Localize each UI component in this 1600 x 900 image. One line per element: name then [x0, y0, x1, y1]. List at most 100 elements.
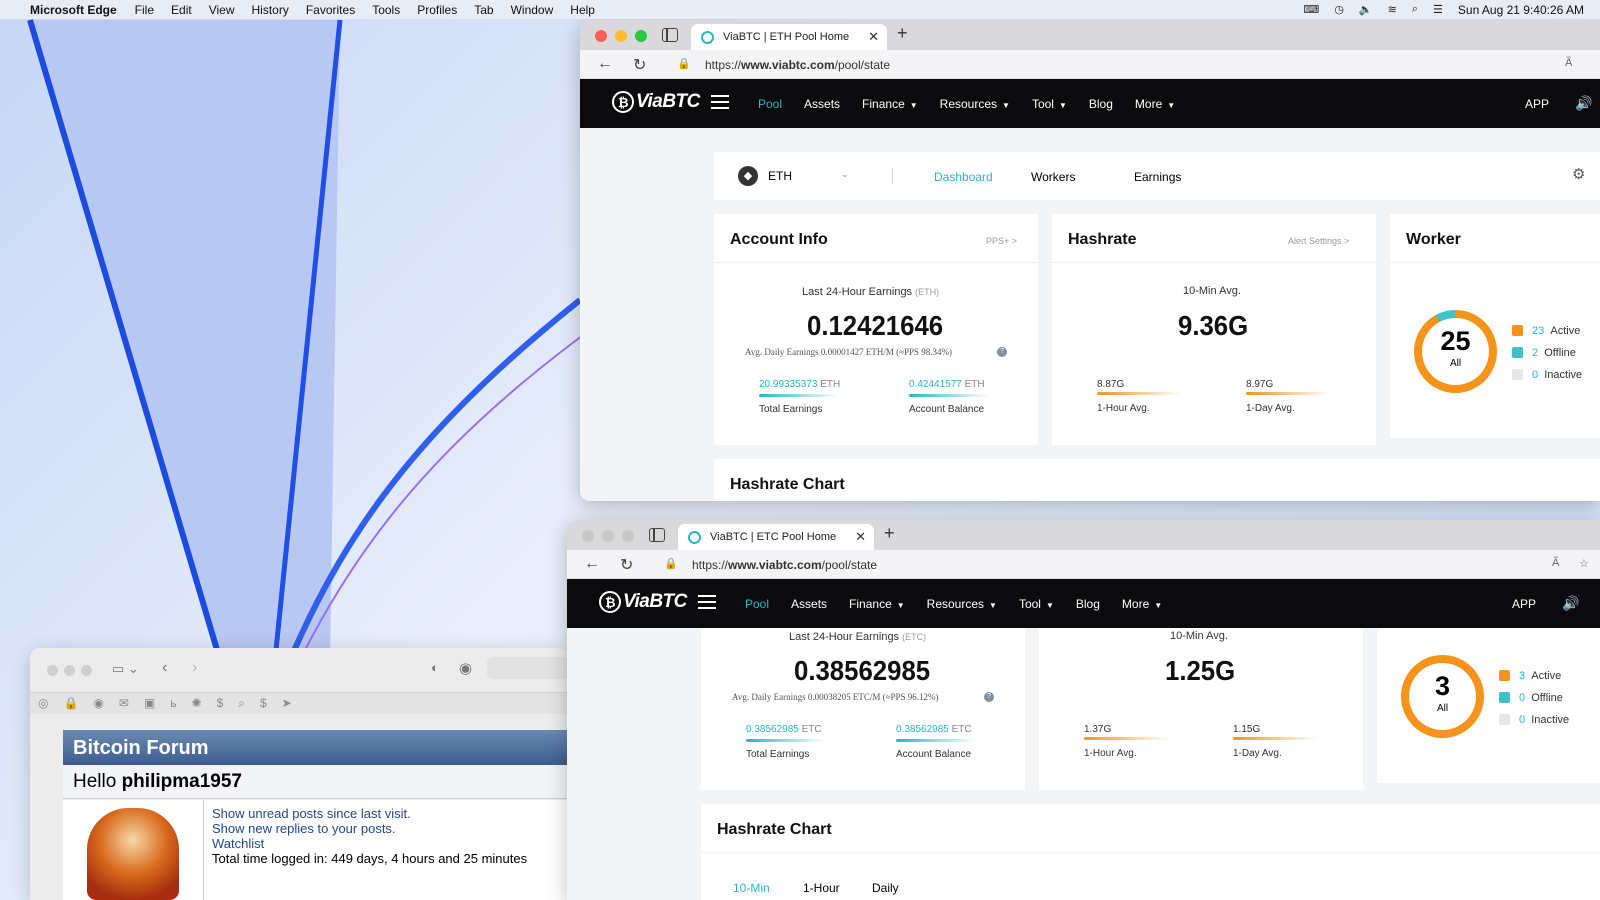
tab-workers[interactable]: Workers [1031, 170, 1075, 184]
favorite-icons[interactable]: ◎🔒◉✉▣ь✺$⌕$➤ [38, 696, 307, 711]
refresh-icon[interactable]: ↻ [633, 55, 646, 75]
tab-earnings[interactable]: Earnings [1134, 170, 1181, 184]
nav-more[interactable]: More ▼ [1135, 97, 1175, 111]
chart-tab-10min[interactable]: 10-Min [733, 881, 770, 895]
watchlist-link[interactable]: Watchlist [212, 836, 264, 851]
lock-icon[interactable]: 🔒 [677, 57, 691, 70]
pps-link[interactable]: PPS+ > [986, 236, 1017, 246]
help-icon[interactable]: ? [997, 347, 1007, 357]
legend-inactive[interactable]: 0 Inactive [1519, 714, 1569, 726]
legend-active[interactable]: 3 Active [1519, 670, 1561, 682]
menu-clock[interactable]: Sun Aug 21 9:40:26 AM [1458, 3, 1584, 17]
back-icon[interactable]: ← [597, 55, 613, 73]
tab-dashboard[interactable]: Dashboard [934, 170, 993, 184]
back-icon[interactable]: ← [584, 555, 600, 573]
nav-pool[interactable]: Pool [745, 597, 769, 611]
help-icon[interactable]: ? [984, 692, 994, 702]
read-aloud-icon[interactable]: A᷈ [1552, 557, 1559, 569]
tab-eth-pool[interactable]: ViaBTC | ETH Pool Home ✕ [691, 24, 887, 50]
chart-tab-1hour[interactable]: 1-Hour [803, 881, 840, 895]
privacy-shield-icon[interactable]: ◐ [431, 660, 439, 675]
url-field[interactable]: https://www.viabtc.com/pool/state [692, 558, 877, 572]
menu-profiles[interactable]: Profiles [417, 3, 457, 17]
menu-help[interactable]: Help [570, 3, 595, 17]
menu-favorites[interactable]: Favorites [306, 3, 355, 17]
read-aloud-icon[interactable]: A᷈ [1565, 57, 1572, 69]
nav-more[interactable]: More ▼ [1122, 597, 1162, 611]
legend-offline[interactable]: 0 Offline [1519, 692, 1563, 704]
menu-window[interactable]: Window [511, 3, 554, 17]
favorites-star-icon[interactable]: ☆ [1579, 557, 1589, 570]
menu-icon[interactable] [711, 95, 729, 109]
announcement-icon[interactable]: 🔊 [1562, 595, 1579, 612]
close-tab-icon[interactable]: ✕ [855, 529, 866, 545]
minimize-button[interactable] [615, 30, 627, 42]
menu-file[interactable]: File [135, 3, 154, 17]
menu-edit[interactable]: Edit [171, 3, 192, 17]
close-button[interactable] [595, 30, 607, 42]
menu-tools[interactable]: Tools [372, 3, 400, 17]
wifi-off-icon[interactable]: ≋ [1388, 3, 1397, 16]
new-tab-icon[interactable]: + [897, 23, 908, 44]
volume-icon[interactable]: 🔈 [1359, 3, 1373, 16]
back-icon[interactable]: ‹ [162, 659, 167, 677]
close-tab-icon[interactable]: ✕ [868, 29, 879, 45]
zoom-button[interactable] [635, 30, 647, 42]
gear-icon[interactable]: ⚙ [1572, 165, 1585, 183]
legend-inactive[interactable]: 0 Inactive [1532, 369, 1582, 381]
menu-tab[interactable]: Tab [474, 3, 493, 17]
new-replies-link[interactable]: Show new replies to your posts. [212, 821, 396, 836]
chevron-down-icon[interactable]: ⌄ [841, 169, 849, 180]
nav-assets[interactable]: Assets [791, 597, 827, 611]
tab-etc-pool[interactable]: ViaBTC | ETC Pool Home ✕ [678, 524, 874, 550]
zoom-button[interactable] [81, 665, 92, 676]
spotlight-search-icon[interactable]: ⌕ [1412, 3, 1418, 16]
menu-history[interactable]: History [252, 3, 289, 17]
nav-blog[interactable]: Blog [1089, 97, 1113, 111]
tab-actions-icon[interactable] [662, 28, 678, 42]
chart-tab-daily[interactable]: Daily [872, 881, 899, 895]
extension-icon[interactable]: ◉ [459, 659, 472, 677]
viabtc-logo[interactable]: ₿ ViaBTC [599, 591, 687, 613]
chevron-down-icon: ▼ [1058, 101, 1067, 110]
nav-pool[interactable]: Pool [758, 97, 782, 111]
nav-blog[interactable]: Blog [1076, 597, 1100, 611]
avatar[interactable] [87, 808, 179, 900]
nav-finance[interactable]: Finance ▼ [862, 97, 918, 111]
address-field[interactable] [487, 657, 570, 679]
unread-posts-link[interactable]: Show unread posts since last visit. [212, 806, 411, 821]
menu-icon[interactable] [698, 595, 716, 609]
control-center-icon[interactable]: ☰ [1433, 3, 1443, 16]
menu-view[interactable]: View [209, 3, 235, 17]
nav-resources[interactable]: Resources ▼ [940, 97, 1010, 111]
close-button[interactable] [582, 530, 594, 542]
nav-resources[interactable]: Resources ▼ [927, 597, 997, 611]
forward-icon[interactable]: › [192, 659, 197, 677]
lock-icon[interactable]: 🔒 [664, 557, 678, 570]
nav-tool[interactable]: Tool ▼ [1019, 597, 1054, 611]
nav-assets[interactable]: Assets [804, 97, 840, 111]
url-field[interactable]: https://www.viabtc.com/pool/state [705, 58, 890, 72]
refresh-icon[interactable]: ↻ [620, 555, 633, 575]
minimize-button[interactable] [602, 530, 614, 542]
nav-finance[interactable]: Finance ▼ [849, 597, 905, 611]
alert-settings-link[interactable]: Alert Settings > [1288, 236, 1349, 246]
viabtc-logo[interactable]: ₿ ViaBTC [612, 91, 700, 113]
nav-tool[interactable]: Tool ▼ [1032, 97, 1067, 111]
new-tab-icon[interactable]: + [884, 523, 895, 544]
keyboard-icon[interactable]: ⌨ [1303, 3, 1319, 16]
zoom-button[interactable] [622, 530, 634, 542]
menu-app-name[interactable]: Microsoft Edge [30, 3, 117, 17]
close-button[interactable] [47, 665, 58, 676]
app-link[interactable]: APP [1525, 97, 1549, 111]
time-machine-icon[interactable]: ◷ [1334, 3, 1344, 16]
sidebar-toggle-icon[interactable]: ▭ ⌄ [112, 661, 139, 677]
app-link[interactable]: APP [1512, 597, 1536, 611]
legend-active[interactable]: 23 Active [1532, 325, 1580, 337]
coin-selector[interactable]: ETH [768, 169, 792, 183]
minimize-button[interactable] [64, 665, 75, 676]
legend-offline[interactable]: 2 Offline [1532, 347, 1576, 359]
tab-actions-icon[interactable] [649, 528, 665, 542]
announcement-icon[interactable]: 🔊 [1575, 95, 1592, 112]
card-title: Hashrate Chart [717, 821, 832, 838]
